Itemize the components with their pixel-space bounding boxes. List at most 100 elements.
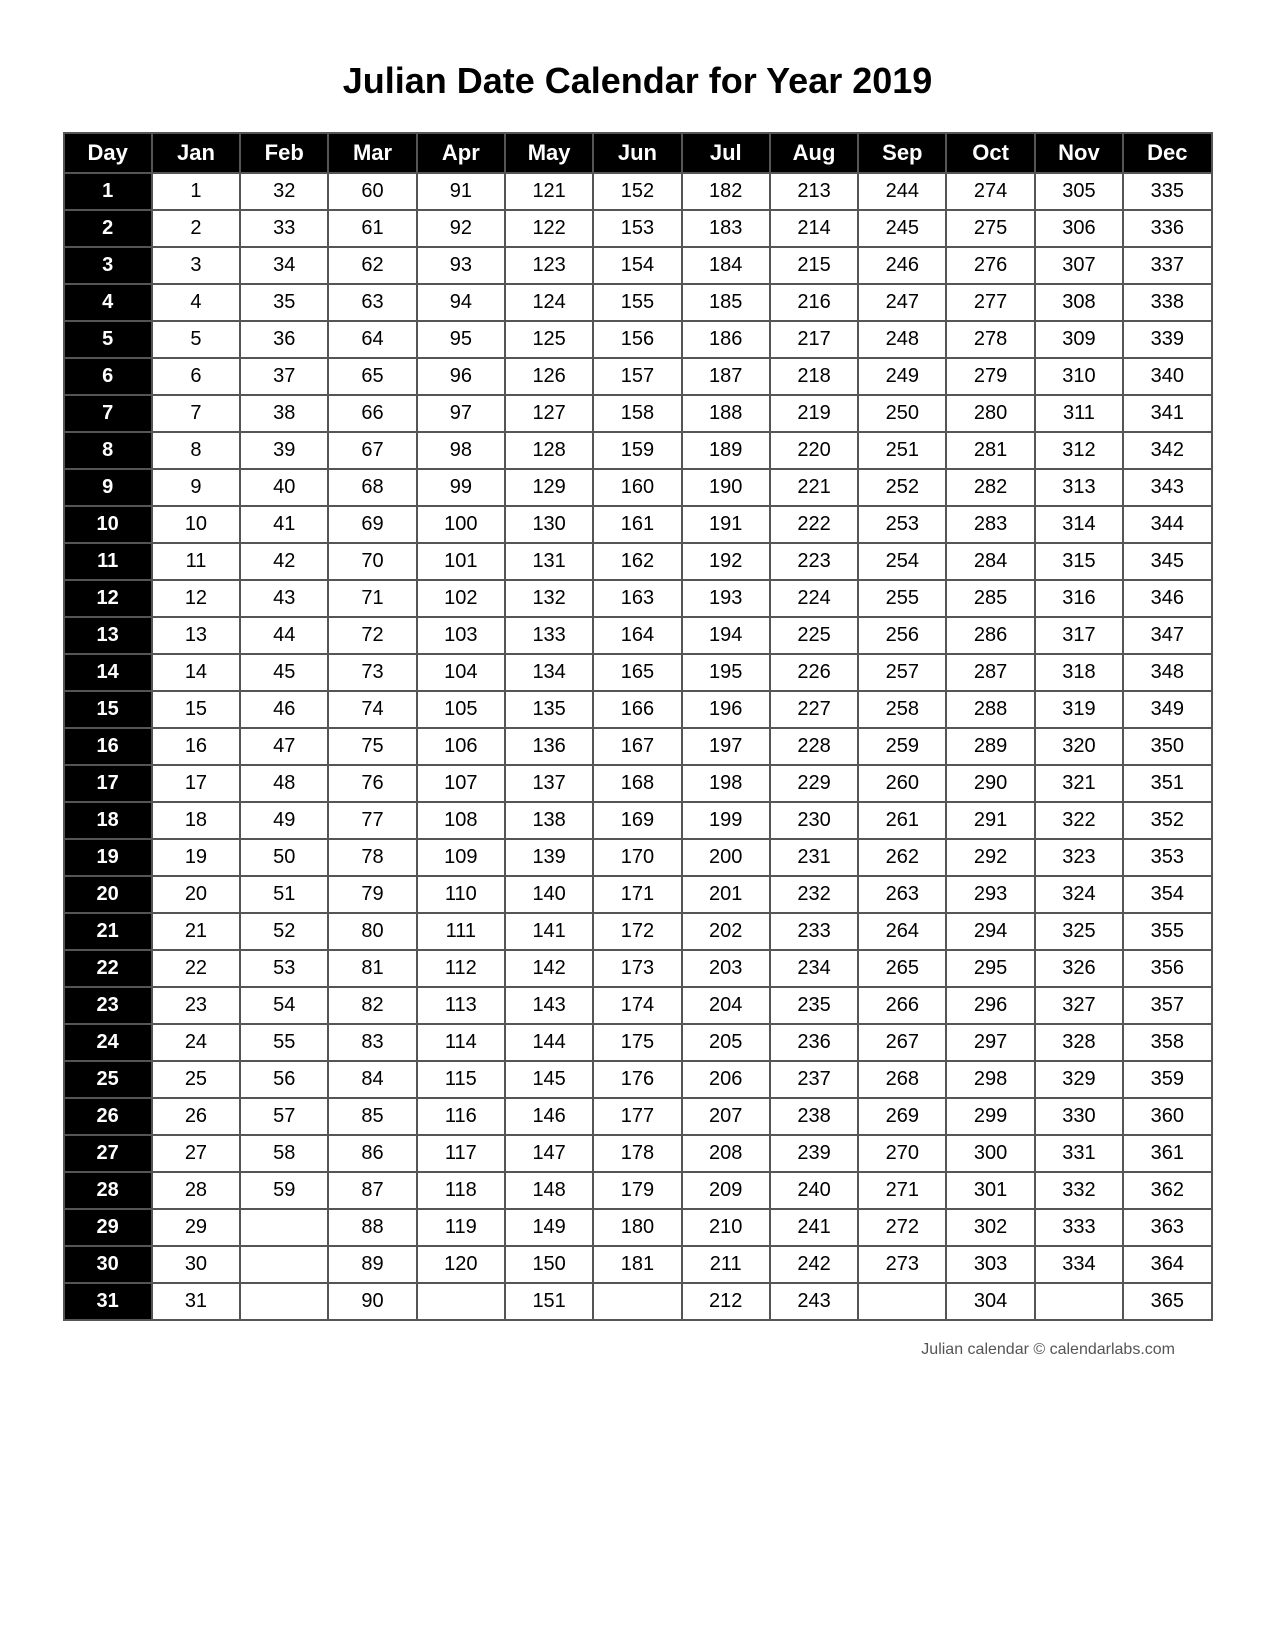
cell-mar-row-19: 78 — [328, 839, 416, 876]
cell-sep-row-21: 264 — [858, 913, 946, 950]
cell-aug-row-26: 238 — [770, 1098, 858, 1135]
cell-aug-row-29: 241 — [770, 1209, 858, 1246]
cell-nov-row-27: 331 — [1035, 1135, 1123, 1172]
table-row: 22336192122153183214245275306336 — [64, 210, 1212, 247]
cell-jun-row-22: 173 — [593, 950, 681, 987]
cell-feb-row-17: 48 — [240, 765, 328, 802]
cell-day-row-23: 23 — [64, 987, 152, 1024]
cell-sep-row-9: 252 — [858, 469, 946, 506]
cell-apr-row-11: 101 — [417, 543, 505, 580]
cell-may-row-5: 125 — [505, 321, 593, 358]
column-header-feb: Feb — [240, 133, 328, 173]
cell-dec-row-29: 363 — [1123, 1209, 1211, 1246]
cell-dec-row-27: 361 — [1123, 1135, 1211, 1172]
cell-feb-row-23: 54 — [240, 987, 328, 1024]
cell-mar-row-10: 69 — [328, 506, 416, 543]
cell-jul-row-18: 199 — [682, 802, 770, 839]
cell-jan-row-20: 20 — [152, 876, 240, 913]
cell-jun-row-5: 156 — [593, 321, 681, 358]
table-row: 28285987118148179209240271301332362 — [64, 1172, 1212, 1209]
cell-sep-row-8: 251 — [858, 432, 946, 469]
table-row: 11114270101131162192223254284315345 — [64, 543, 1212, 580]
cell-jan-row-31: 31 — [152, 1283, 240, 1320]
cell-day-row-22: 22 — [64, 950, 152, 987]
cell-oct-row-2: 275 — [946, 210, 1034, 247]
cell-mar-row-25: 84 — [328, 1061, 416, 1098]
table-row: 292988119149180210241272302333363 — [64, 1209, 1212, 1246]
cell-aug-row-21: 233 — [770, 913, 858, 950]
cell-jul-row-24: 205 — [682, 1024, 770, 1061]
cell-jul-row-8: 189 — [682, 432, 770, 469]
cell-sep-row-7: 250 — [858, 395, 946, 432]
cell-oct-row-14: 287 — [946, 654, 1034, 691]
cell-apr-row-30: 120 — [417, 1246, 505, 1283]
table-row: 66376596126157187218249279310340 — [64, 358, 1212, 395]
column-header-nov: Nov — [1035, 133, 1123, 173]
cell-nov-row-13: 317 — [1035, 617, 1123, 654]
cell-may-row-31: 151 — [505, 1283, 593, 1320]
cell-may-row-30: 150 — [505, 1246, 593, 1283]
cell-mar-row-17: 76 — [328, 765, 416, 802]
cell-nov-row-23: 327 — [1035, 987, 1123, 1024]
cell-oct-row-22: 295 — [946, 950, 1034, 987]
cell-dec-row-31: 365 — [1123, 1283, 1211, 1320]
cell-day-row-1: 1 — [64, 173, 152, 210]
cell-jun-row-23: 174 — [593, 987, 681, 1024]
cell-aug-row-19: 231 — [770, 839, 858, 876]
cell-oct-row-4: 277 — [946, 284, 1034, 321]
cell-day-row-16: 16 — [64, 728, 152, 765]
cell-jun-row-29: 180 — [593, 1209, 681, 1246]
cell-feb-row-22: 53 — [240, 950, 328, 987]
cell-may-row-18: 138 — [505, 802, 593, 839]
cell-may-row-14: 134 — [505, 654, 593, 691]
cell-apr-row-10: 100 — [417, 506, 505, 543]
cell-jun-row-11: 162 — [593, 543, 681, 580]
cell-apr-row-20: 110 — [417, 876, 505, 913]
cell-oct-row-20: 293 — [946, 876, 1034, 913]
cell-sep-row-6: 249 — [858, 358, 946, 395]
cell-feb-row-26: 57 — [240, 1098, 328, 1135]
cell-jul-row-14: 195 — [682, 654, 770, 691]
cell-day-row-14: 14 — [64, 654, 152, 691]
table-row: 12124371102132163193224255285316346 — [64, 580, 1212, 617]
table-row: 25255684115145176206237268298329359 — [64, 1061, 1212, 1098]
cell-sep-row-4: 247 — [858, 284, 946, 321]
cell-may-row-8: 128 — [505, 432, 593, 469]
cell-sep-row-18: 261 — [858, 802, 946, 839]
cell-sep-row-27: 270 — [858, 1135, 946, 1172]
cell-dec-row-28: 362 — [1123, 1172, 1211, 1209]
cell-feb-row-4: 35 — [240, 284, 328, 321]
cell-aug-row-11: 223 — [770, 543, 858, 580]
cell-aug-row-27: 239 — [770, 1135, 858, 1172]
cell-dec-row-10: 344 — [1123, 506, 1211, 543]
cell-mar-row-16: 75 — [328, 728, 416, 765]
table-row: 99406899129160190221252282313343 — [64, 469, 1212, 506]
cell-jun-row-2: 153 — [593, 210, 681, 247]
cell-aug-row-4: 216 — [770, 284, 858, 321]
cell-jul-row-7: 188 — [682, 395, 770, 432]
cell-aug-row-20: 232 — [770, 876, 858, 913]
cell-dec-row-18: 352 — [1123, 802, 1211, 839]
cell-apr-row-31 — [417, 1283, 505, 1320]
cell-sep-row-17: 260 — [858, 765, 946, 802]
cell-nov-row-16: 320 — [1035, 728, 1123, 765]
cell-feb-row-31 — [240, 1283, 328, 1320]
cell-day-row-15: 15 — [64, 691, 152, 728]
cell-apr-row-14: 104 — [417, 654, 505, 691]
cell-aug-row-12: 224 — [770, 580, 858, 617]
cell-oct-row-26: 299 — [946, 1098, 1034, 1135]
cell-may-row-10: 130 — [505, 506, 593, 543]
cell-oct-row-21: 294 — [946, 913, 1034, 950]
cell-mar-row-29: 88 — [328, 1209, 416, 1246]
cell-dec-row-30: 364 — [1123, 1246, 1211, 1283]
cell-may-row-27: 147 — [505, 1135, 593, 1172]
cell-sep-row-28: 271 — [858, 1172, 946, 1209]
table-row: 21215280111141172202233264294325355 — [64, 913, 1212, 950]
cell-oct-row-17: 290 — [946, 765, 1034, 802]
cell-may-row-9: 129 — [505, 469, 593, 506]
table-row: 11326091121152182213244274305335 — [64, 173, 1212, 210]
cell-may-row-20: 140 — [505, 876, 593, 913]
cell-oct-row-6: 279 — [946, 358, 1034, 395]
cell-dec-row-15: 349 — [1123, 691, 1211, 728]
cell-mar-row-30: 89 — [328, 1246, 416, 1283]
